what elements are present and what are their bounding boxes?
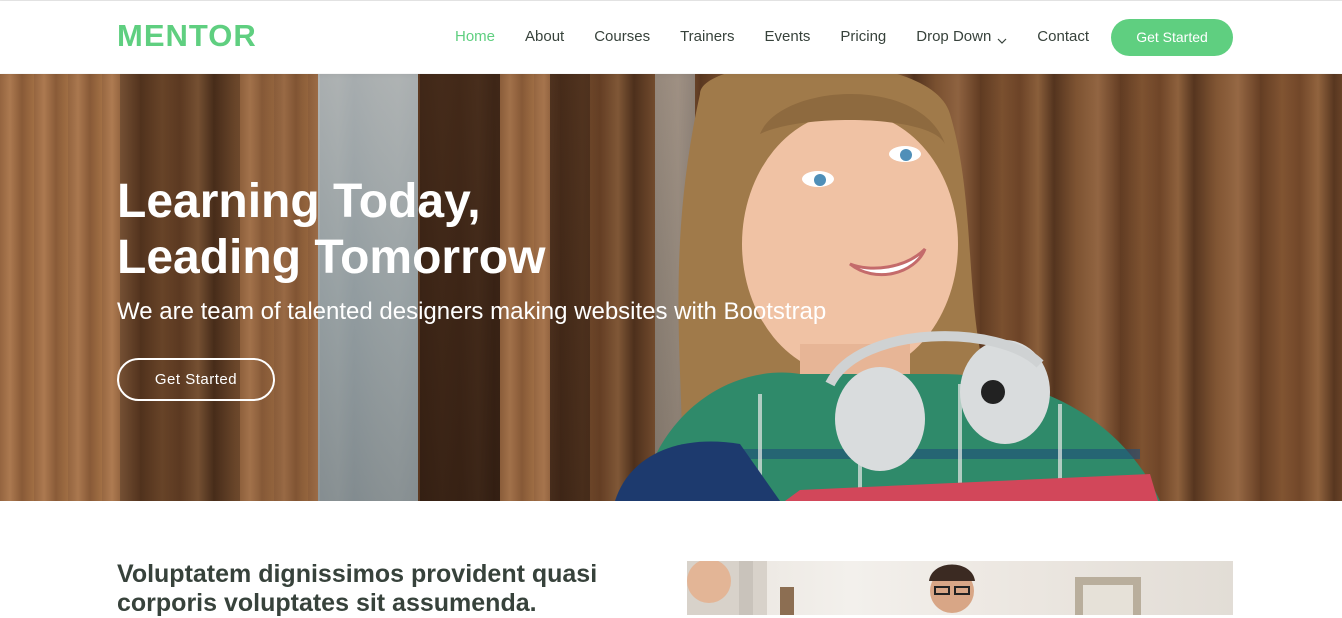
hero-content: Learning Today, Leading Tomorrow We are … [117,174,917,401]
nav-events[interactable]: Events [765,27,811,47]
nav-dropdown[interactable]: Drop Down [916,27,1007,47]
hero-subtitle: We are team of talented designers making… [117,298,827,325]
about-title: Voluptatem dignissimos provident quasi c… [117,560,598,617]
about-image [687,561,1233,615]
nav-dropdown-label: Drop Down [916,28,992,45]
nav-pricing[interactable]: Pricing [840,27,886,47]
about-photo [687,561,1141,615]
nav-trainers[interactable]: Trainers [680,27,734,47]
main-nav: Home About Courses Trainers Events Prici… [425,1,1233,73]
get-started-nav-button[interactable]: Get Started [1111,18,1233,56]
nav-courses[interactable]: Courses [594,27,650,47]
logo[interactable]: MENTOR [117,18,257,54]
hero-section: Learning Today, Leading Tomorrow We are … [0,74,1342,501]
hero-title: Learning Today, Leading Tomorrow [117,174,917,286]
nav-contact[interactable]: Contact [1037,27,1089,47]
nav-home[interactable]: Home [455,27,495,47]
site-header: MENTOR Home About Courses Trainers Event… [0,1,1342,73]
nav-about[interactable]: About [525,27,564,47]
chevron-down-icon [997,32,1007,44]
get-started-hero-button[interactable]: Get Started [117,358,275,401]
hero-title-line-1: Learning Today, [117,175,481,228]
hero-title-line-2: Leading Tomorrow [117,231,546,284]
